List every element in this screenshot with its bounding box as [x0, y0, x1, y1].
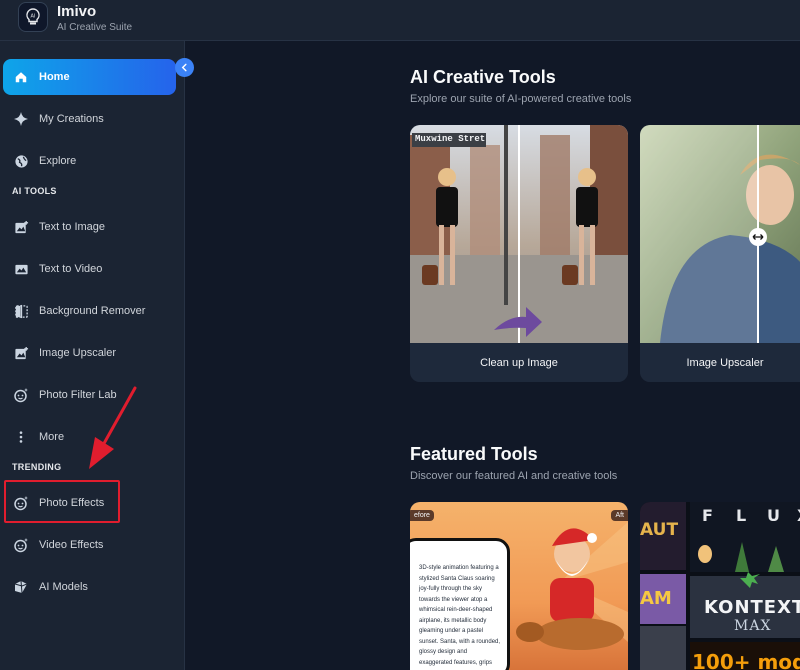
- image-plus-icon: [12, 344, 30, 362]
- image-upscaler-thumbnail: [640, 125, 800, 343]
- sidebar-item-label: Background Remover: [39, 305, 146, 317]
- after-badge: Aft: [611, 510, 628, 521]
- featured-tools-subtitle: Discover our featured AI and creative to…: [410, 470, 618, 482]
- sidebar-item-label: My Creations: [39, 113, 104, 125]
- sidebar-item-label: Text to Video: [39, 263, 103, 275]
- face-sparkle-icon: [12, 386, 30, 404]
- bulb-logo-icon: AI: [26, 8, 40, 25]
- image-plus-icon: [12, 218, 30, 236]
- sparkle-icon: [12, 110, 30, 128]
- street-sign-text: Muxwine Stret: [415, 134, 486, 144]
- more-vertical-icon: [12, 428, 30, 446]
- featured-tools-title: Featured Tools: [410, 444, 538, 464]
- video-icon: [12, 260, 30, 278]
- collapse-sidebar-button[interactable]: [175, 58, 194, 77]
- app-tagline: AI Creative Suite: [57, 22, 133, 33]
- sidebar-item-home[interactable]: Home: [3, 59, 176, 95]
- sidebar-item-video-effects[interactable]: Video Effects: [3, 527, 176, 563]
- sidebar-item-label: Image Upscaler: [39, 347, 117, 359]
- highlight-box: [4, 480, 120, 523]
- am-text: AM: [640, 588, 672, 609]
- sidebar-item-my-creations[interactable]: My Creations: [3, 101, 176, 137]
- sidebar-item-explore[interactable]: Explore: [3, 143, 176, 179]
- tool-card-image-upscaler[interactable]: Image Upscaler: [640, 125, 800, 382]
- sidebar-item-ai-models[interactable]: AI Models: [3, 569, 176, 605]
- tool-card-label: Image Upscaler: [640, 343, 800, 382]
- svg-text:AI: AI: [31, 14, 36, 20]
- creative-tools-title: AI Creative Tools: [410, 67, 556, 87]
- top-header: AI Imivo AI Creative Suite: [0, 0, 800, 41]
- section-label-ai-tools: AI TOOLS: [12, 186, 57, 196]
- flux-letter: L: [736, 506, 747, 525]
- app-name: Imivo: [57, 3, 97, 20]
- flux-letter: U: [767, 506, 780, 525]
- sidebar-item-label: Video Effects: [39, 539, 104, 551]
- sidebar-item-label: More: [39, 431, 65, 443]
- globe-icon: [12, 152, 30, 170]
- sidebar-item-image-upscaler[interactable]: Image Upscaler: [3, 335, 176, 371]
- chevron-left-icon: [181, 63, 187, 72]
- annotation-arrow-icon: [89, 386, 137, 469]
- sidebar-item-label: Home: [39, 71, 70, 83]
- sidebar-item-text-to-image[interactable]: Text to Image: [3, 209, 176, 245]
- kontext-text: KONTEXT: [704, 597, 800, 618]
- before-badge: efore: [410, 510, 434, 521]
- clean-up-image-thumbnail: [410, 125, 628, 343]
- tool-card-label: Clean up Image: [410, 343, 628, 382]
- face-sparkle-icon: [12, 536, 30, 554]
- section-label-trending: TRENDING: [12, 462, 62, 472]
- sidebar-item-text-to-video[interactable]: Text to Video: [3, 251, 176, 287]
- split-frame-icon: [12, 302, 30, 320]
- brand: Imivo AI Creative Suite: [57, 3, 132, 33]
- sidebar-item-label: Text to Image: [39, 221, 106, 233]
- max-text: MAX: [734, 618, 772, 634]
- creative-tools-subtitle: Explore our suite of AI-powered creative…: [410, 93, 632, 105]
- home-icon: [12, 68, 30, 86]
- sidebar-item-background-remover[interactable]: Background Remover: [3, 293, 176, 329]
- featured-card-santa[interactable]: 3D-style animation featuring a stylized …: [410, 502, 628, 670]
- app-logo[interactable]: AI: [18, 2, 48, 32]
- sidebar-item-label: AI Models: [39, 581, 88, 593]
- models-count-text: 100+ mod: [692, 650, 800, 670]
- tool-card-clean-up-image[interactable]: Muxwine Stret Clean up Image: [410, 125, 628, 382]
- sidebar-item-label: Explore: [39, 155, 77, 167]
- prompt-phone-mock: 3D-style animation featuring a stylized …: [410, 538, 510, 670]
- aut-text: AUT: [640, 520, 679, 540]
- prompt-text: 3D-style animation featuring a stylized …: [419, 565, 501, 666]
- featured-card-ai-models[interactable]: AUT AM F L U X KONTEXT MAX 100+ mod: [640, 502, 800, 670]
- cube-icon: [12, 578, 30, 596]
- flux-letter: F: [702, 506, 713, 525]
